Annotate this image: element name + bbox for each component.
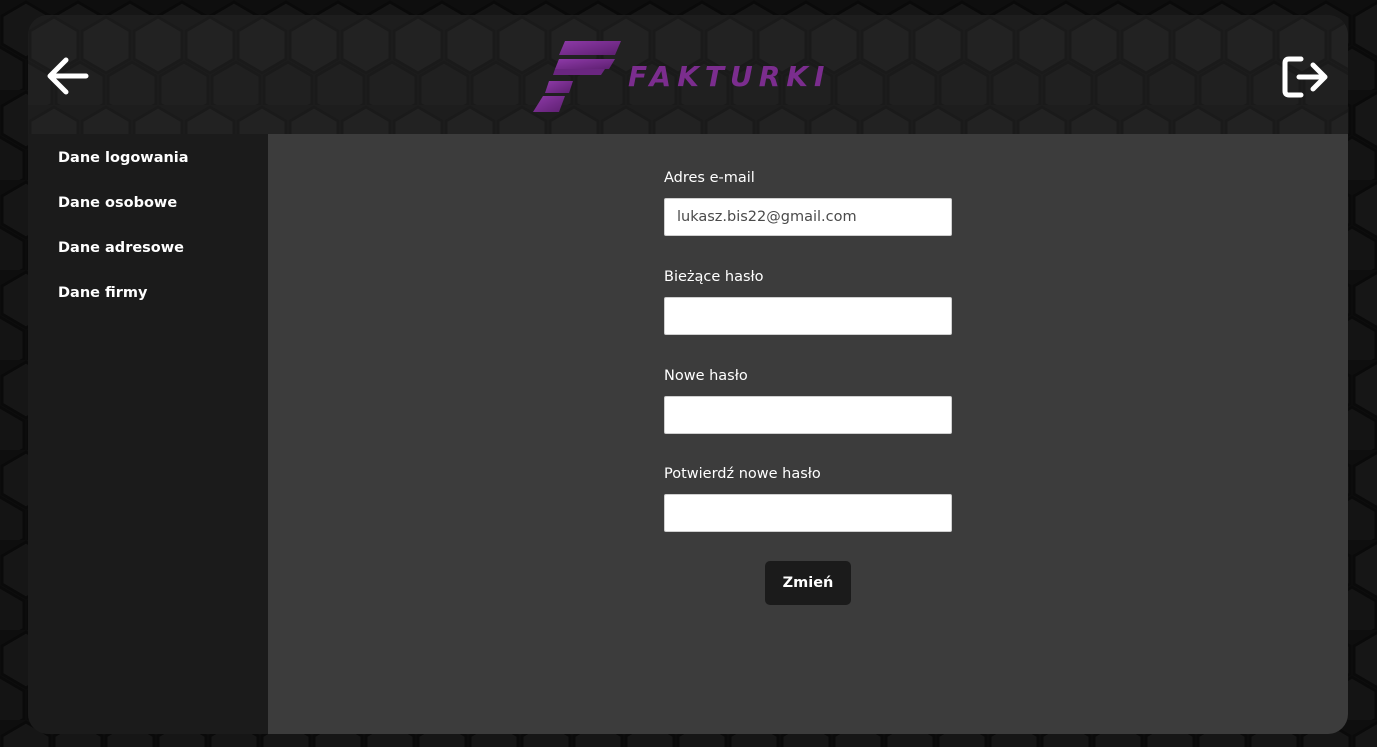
header-bar: FAKTURKI (28, 15, 1348, 134)
change-button[interactable]: Zmień (765, 561, 851, 605)
logo-mark-icon (533, 41, 621, 112)
sidebar-item-dane-adresowe[interactable]: Dane adresowe (58, 240, 184, 256)
sidebar-item-dane-logowania[interactable]: Dane logowania (58, 150, 189, 166)
email-label: Adres e-mail (664, 170, 755, 186)
login-data-form: Adres e-mail Bieżące hasło Nowe hasło Po… (268, 134, 1348, 734)
new-password-label: Nowe hasło (664, 368, 748, 384)
back-button[interactable] (46, 56, 90, 96)
email-field[interactable] (664, 198, 952, 236)
confirm-password-label: Potwierdź nowe hasło (664, 466, 821, 482)
confirm-password-field[interactable] (664, 494, 952, 532)
sidebar-item-dane-osobowe[interactable]: Dane osobowe (58, 195, 177, 211)
app-window: FAKTURKI Dane logowania Dane osobowe Dan… (28, 15, 1348, 734)
sidebar-item-dane-firmy[interactable]: Dane firmy (58, 285, 148, 301)
logout-button[interactable] (1281, 55, 1331, 99)
current-password-label: Bieżące hasło (664, 269, 764, 285)
current-password-field[interactable] (664, 297, 952, 335)
arrow-left-icon (47, 57, 89, 95)
sidebar: Dane logowania Dane osobowe Dane adresow… (28, 134, 268, 734)
brand-name: FAKTURKI (628, 59, 831, 93)
new-password-field[interactable] (664, 396, 952, 434)
brand-logo: FAKTURKI (531, 40, 830, 114)
logout-icon (1282, 56, 1328, 98)
